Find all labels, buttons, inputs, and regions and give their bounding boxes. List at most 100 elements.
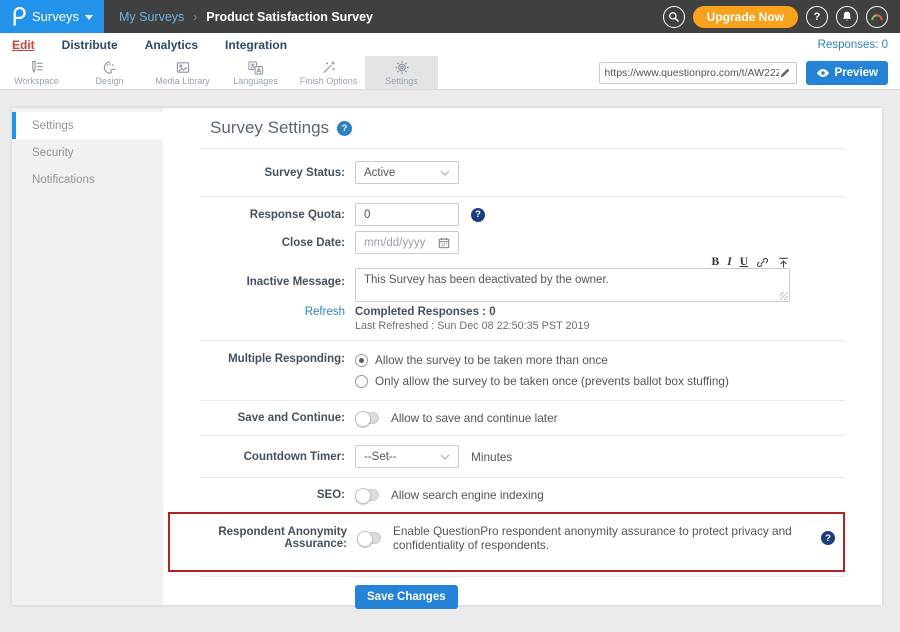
survey-status-value: Active <box>364 167 395 179</box>
bold-icon[interactable]: B <box>712 257 720 269</box>
questionpro-logo <box>9 7 26 26</box>
tab-distribute[interactable]: Distribute <box>62 38 118 52</box>
tab-integration[interactable]: Integration <box>225 38 287 52</box>
sidebar-item-security[interactable]: Security <box>12 139 163 166</box>
survey-settings-help-icon[interactable]: ? <box>337 121 352 136</box>
preview-button[interactable]: Preview <box>806 61 888 85</box>
tab-edit[interactable]: Edit <box>12 38 35 52</box>
survey-url-input[interactable] <box>605 67 779 79</box>
save-changes-button[interactable]: Save Changes <box>355 585 458 609</box>
close-date-input[interactable]: mm/dd/yyyy <box>355 231 459 254</box>
refresh-link[interactable]: Refresh <box>305 306 345 318</box>
response-quota-label: Response Quota: <box>200 209 345 221</box>
breadcrumb-parent[interactable]: My Surveys <box>119 10 184 24</box>
toolbar-tab-languages[interactable]: Languages <box>219 56 292 89</box>
seo-text: Allow search engine indexing <box>391 488 544 502</box>
toolbar-tab-finish-options[interactable]: Finish Options <box>292 56 365 89</box>
search-icon <box>668 11 680 23</box>
close-date-row: Close Date: mm/dd/yyyy <box>200 229 845 256</box>
bell-icon <box>841 10 853 23</box>
response-quota-input[interactable] <box>364 209 450 221</box>
toolbar-tab-design[interactable]: Design <box>73 56 146 89</box>
response-quota-row: Response Quota: ? <box>200 197 845 229</box>
edit-pencil-icon[interactable] <box>779 67 791 79</box>
toolbar-tab-label: Design <box>95 76 123 86</box>
editor-toolbar-row: B I U <box>200 256 845 268</box>
save-and-continue-row: Save and Continue: Allow to save and con… <box>200 401 845 436</box>
search-button[interactable] <box>663 6 685 28</box>
eye-icon <box>816 68 830 78</box>
anonymity-toggle[interactable] <box>357 532 381 544</box>
magic-wand-icon <box>321 60 337 75</box>
translate-icon <box>247 60 264 75</box>
settings-sidebar: Settings Security Notifications <box>12 108 163 605</box>
sidebar-item-notifications[interactable]: Notifications <box>12 166 163 193</box>
save-and-continue-toggle[interactable] <box>355 412 379 424</box>
edit-toolbar: Workspace Design Media Library <box>0 56 900 90</box>
radio-option-multiple[interactable]: Allow the survey to be taken more than o… <box>355 353 845 367</box>
help-button[interactable]: ? <box>806 6 828 28</box>
notifications-button[interactable] <box>836 6 858 28</box>
inactive-message-textarea[interactable]: This Survey has been deactivated by the … <box>355 268 790 302</box>
product-name: Surveys <box>32 9 79 24</box>
settings-card: Settings Security Notifications Survey S… <box>12 108 882 605</box>
page-title: Survey Settings <box>210 118 329 138</box>
radio-selected-icon[interactable] <box>355 354 368 367</box>
survey-status-select[interactable]: Active <box>355 161 459 184</box>
save-and-continue-label: Save and Continue: <box>200 412 345 424</box>
gear-icon <box>394 60 410 75</box>
toolbar-tab-label: Finish Options <box>300 76 358 86</box>
seo-toggle[interactable] <box>355 489 379 501</box>
survey-url-box <box>599 62 797 84</box>
question-mark-icon: ? <box>814 11 821 23</box>
form-footer: Save Changes <box>200 576 845 609</box>
preview-button-label: Preview <box>835 67 878 79</box>
settings-form: Survey Status: Active Respons <box>200 149 845 609</box>
chevron-down-icon <box>440 454 450 460</box>
anonymity-label: Respondent Anonymity Assurance: <box>170 526 347 550</box>
toolbar-tab-media-library[interactable]: Media Library <box>146 56 219 89</box>
close-date-placeholder: mm/dd/yyyy <box>364 237 425 249</box>
toolbar-tab-workspace[interactable]: Workspace <box>0 56 73 89</box>
countdown-timer-label: Countdown Timer: <box>200 451 345 463</box>
seo-row: SEO: Allow search engine indexing <box>200 478 845 512</box>
upgrade-now-button[interactable]: Upgrade Now <box>693 6 798 28</box>
settings-content: Survey Settings ? Survey Status: Active <box>163 108 882 605</box>
toolbar-tab-label: Languages <box>233 76 278 86</box>
underline-icon[interactable]: U <box>740 257 748 269</box>
close-date-label: Close Date: <box>200 237 345 249</box>
inactive-message-row: Inactive Message: This Survey has been d… <box>200 268 845 304</box>
italic-icon[interactable]: I <box>727 257 731 269</box>
toolbar-tab-settings[interactable]: Settings <box>365 56 438 89</box>
title-row: Survey Settings ? <box>200 108 845 149</box>
account-meter-button[interactable] <box>866 6 888 28</box>
toolbar-tab-label: Media Library <box>155 76 210 86</box>
anonymity-highlight-box: Respondent Anonymity Assurance: Enable Q… <box>168 512 845 572</box>
palette-icon <box>102 60 118 75</box>
countdown-timer-row: Countdown Timer: --Set-- Minutes <box>200 436 845 478</box>
seo-label: SEO: <box>200 489 345 501</box>
countdown-timer-select[interactable]: --Set-- <box>355 445 459 468</box>
inactive-message-wrap: This Survey has been deactivated by the … <box>355 268 790 302</box>
radio-option-once[interactable]: Only allow the survey to be taken once (… <box>355 374 845 388</box>
chevron-down-icon <box>85 15 93 20</box>
calendar-icon[interactable] <box>438 237 450 249</box>
save-and-continue-text: Allow to save and continue later <box>391 411 558 425</box>
survey-status-row: Survey Status: Active <box>200 149 845 197</box>
tab-analytics[interactable]: Analytics <box>145 38 198 52</box>
radio-unselected-icon[interactable] <box>355 375 368 388</box>
response-quota-field <box>355 203 459 226</box>
response-quota-help-icon[interactable]: ? <box>471 208 485 222</box>
sidebar-item-settings[interactable]: Settings <box>12 112 163 139</box>
inactive-message-label: Inactive Message: <box>200 268 345 288</box>
multiple-responding-label: Multiple Responding: <box>200 353 345 365</box>
last-refreshed: Last Refreshed : Sun Dec 08 22:50:35 PST… <box>355 320 845 332</box>
anonymity-help-icon[interactable]: ? <box>821 531 835 545</box>
countdown-timer-value: --Set-- <box>364 451 397 463</box>
breadcrumb-current: Product Satisfaction Survey <box>206 10 373 24</box>
product-switcher[interactable]: Surveys <box>0 0 104 33</box>
workspace-icon <box>29 60 45 75</box>
responses-count[interactable]: Responses: 0 <box>818 39 888 51</box>
survey-status-label: Survey Status: <box>200 167 345 179</box>
header-actions: Upgrade Now ? <box>663 0 900 33</box>
